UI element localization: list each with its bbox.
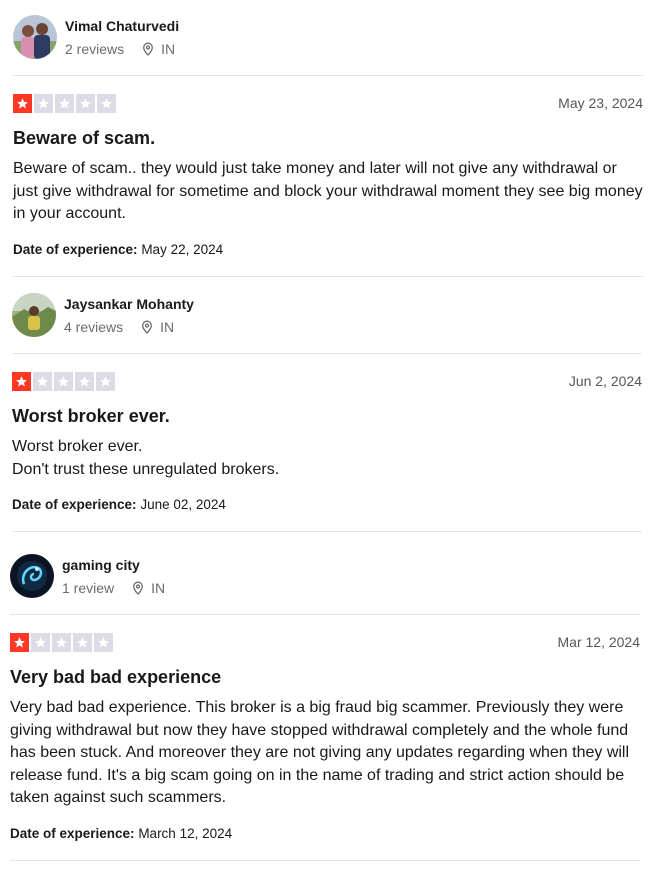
- divider: [12, 353, 642, 354]
- review-title[interactable]: Beware of scam.: [13, 126, 645, 150]
- star-icon: [33, 371, 52, 391]
- location-pin-icon: [142, 320, 153, 334]
- date-of-experience: Date of experience: March 12, 2024: [10, 825, 642, 843]
- reviewer-info[interactable]: Jaysankar Mohanty 4 reviews IN: [12, 292, 644, 338]
- star-icon: [52, 632, 71, 652]
- divider: [13, 275, 643, 277]
- review-count: 2 reviews: [65, 40, 125, 57]
- reviewer-name[interactable]: Vimal Chaturvedi: [65, 17, 179, 35]
- location-pin-icon: [143, 42, 154, 56]
- review-count: 4 reviews: [64, 318, 124, 335]
- star-rating: [12, 371, 117, 391]
- review-card: Vimal Chaturvedi 2 reviews IN May 23, 20…: [13, 14, 645, 277]
- experience-date: June 02, 2024: [140, 497, 226, 512]
- review-date: Jun 2, 2024: [568, 373, 642, 389]
- star-icon: [75, 371, 94, 391]
- avatar[interactable]: [13, 15, 57, 59]
- date-of-experience: Date of experience: June 02, 2024: [12, 496, 644, 514]
- review-title[interactable]: Worst broker ever.: [12, 404, 644, 428]
- experience-label: Date of experience:: [10, 825, 135, 841]
- review-count: 1 review: [62, 579, 115, 596]
- review-title[interactable]: Very bad bad experience: [10, 665, 642, 689]
- avatar[interactable]: [12, 293, 56, 337]
- star-icon: [12, 371, 31, 391]
- experience-label: Date of experience:: [12, 497, 137, 512]
- star-icon: [97, 93, 116, 113]
- star-icon: [55, 93, 74, 113]
- star-icon: [76, 93, 95, 113]
- star-icon: [31, 632, 50, 652]
- review-card: gaming city 1 review IN Mar 12, 2024 Ver…: [10, 553, 642, 861]
- review-body: Worst broker ever. Don't trust these unr…: [12, 438, 280, 478]
- reviewer-meta: 2 reviews IN: [65, 40, 179, 58]
- star-icon: [10, 632, 29, 652]
- divider: [12, 531, 642, 532]
- experience-label: Date of experience:: [13, 241, 138, 257]
- star-icon: [54, 371, 73, 391]
- reviewer-info[interactable]: gaming city 1 review IN: [10, 553, 642, 599]
- star-icon: [96, 371, 115, 391]
- reviewer-info[interactable]: Vimal Chaturvedi 2 reviews IN: [13, 14, 645, 60]
- divider: [13, 75, 643, 76]
- reviewer-meta: 4 reviews IN: [64, 318, 194, 336]
- reviewer-name[interactable]: Jaysankar Mohanty: [64, 295, 194, 313]
- avatar[interactable]: [10, 554, 54, 598]
- reviewer-country: IN: [160, 318, 175, 335]
- reviewer-country: IN: [161, 40, 176, 57]
- star-rating: [13, 93, 118, 113]
- date-of-experience: Date of experience: May 22, 2024: [13, 241, 645, 259]
- review-card: Jaysankar Mohanty 4 reviews IN Jun 2, 20…: [12, 292, 644, 532]
- reviewer-meta: 1 review IN: [62, 579, 165, 597]
- reviewer-name[interactable]: gaming city: [62, 556, 165, 574]
- star-icon: [73, 632, 92, 652]
- reviewer-country: IN: [151, 579, 166, 596]
- star-icon: [13, 93, 32, 113]
- review-date: Mar 12, 2024: [557, 634, 641, 650]
- experience-date: March 12, 2024: [138, 825, 233, 841]
- review-body: Very bad bad experience. This broker is …: [10, 699, 630, 806]
- star-rating: [10, 632, 115, 652]
- review-date: May 23, 2024: [558, 95, 643, 111]
- star-icon: [34, 93, 53, 113]
- star-icon: [94, 632, 113, 652]
- divider: [10, 859, 640, 861]
- review-body: Beware of scam.. they would just take mo…: [13, 160, 643, 222]
- divider: [10, 614, 640, 615]
- location-pin-icon: [133, 581, 144, 595]
- experience-date: May 22, 2024: [141, 241, 224, 257]
